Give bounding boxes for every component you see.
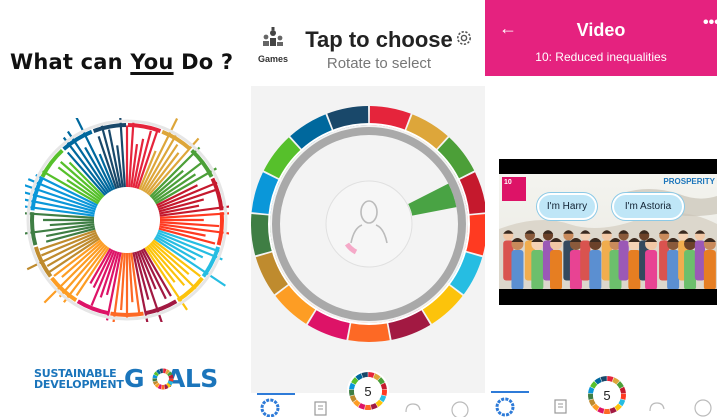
crowd-person (703, 250, 716, 289)
video-screen: ← Video ••• 10: Reduced inequalities 10 … (485, 0, 717, 417)
speech-bubble-harry: I'm Harry (537, 193, 597, 220)
nav-center-count: 5 (603, 388, 610, 403)
crowd-person (550, 250, 563, 289)
choose-subtitle: Rotate to select (326, 55, 432, 72)
sdg-intro-panel: What can You Do ? SUSTAINABLE DEVELOPMEN… (0, 0, 251, 417)
selected-goal-wedge (408, 183, 457, 216)
choose-title: Tap to choose (305, 27, 453, 52)
crowd-person (511, 250, 524, 289)
bottom-navigation: 5 (485, 374, 717, 417)
prosperity-banner: PROSPERITY (663, 177, 715, 186)
crowd-illustration (499, 189, 717, 289)
goal-10-badge: 10 (502, 177, 526, 201)
logo-line2: DEVELOPMENT (34, 378, 124, 391)
crowd-person (589, 250, 602, 289)
crowd-person (694, 240, 706, 281)
crowd-person (531, 250, 544, 289)
crowd-person (569, 250, 582, 289)
crowd-person (580, 240, 591, 281)
video-frame: 10 PROSPERITY I'm Harry I'm Astoria (499, 174, 717, 289)
sdg-wheel-logo-icon (152, 368, 174, 390)
goal-selector-wheel[interactable]: 5 (251, 86, 485, 417)
more-dots-icon[interactable]: ••• (703, 14, 717, 32)
video-subtitle: 10: Reduced inequalities (535, 50, 667, 64)
crowd-person (628, 250, 641, 289)
nav-center-count-button[interactable]: 5 (347, 370, 389, 412)
burst-ray (147, 137, 200, 196)
avatar-center[interactable] (325, 180, 413, 268)
intro-title: What can You Do ? (10, 50, 233, 74)
sdg-burst-wheel (25, 118, 229, 322)
video-player[interactable]: 10 PROSPERITY I'm Harry I'm Astoria (499, 159, 717, 305)
video-header: ← Video ••• 10: Reduced inequalities (485, 0, 717, 76)
video-title: Video (576, 20, 626, 40)
choose-goal-screen: Games Tap to choose Rotate to select 5 (251, 0, 485, 417)
crowd-person (618, 240, 629, 281)
crowd-person (667, 250, 680, 289)
gear-icon[interactable] (454, 28, 474, 48)
speech-bubble-astoria: I'm Astoria (612, 193, 684, 220)
intro-title-you: You (130, 50, 174, 74)
nav-center-count-button[interactable]: 5 (586, 374, 628, 416)
intro-title-part2: Do ? (173, 50, 234, 74)
choose-header: Games Tap to choose Rotate to select (251, 0, 485, 86)
nav-center-count: 5 (364, 384, 371, 399)
intro-title-part1: What can (10, 50, 131, 74)
crowd-person (645, 250, 658, 289)
crowd-person (684, 250, 697, 289)
sustainable-development-goals-logo: SUSTAINABLE DEVELOPMENT G ALS (34, 365, 234, 395)
burst-center (95, 188, 159, 252)
burst-ray (43, 242, 105, 304)
logo-goals-g: G (124, 364, 145, 393)
